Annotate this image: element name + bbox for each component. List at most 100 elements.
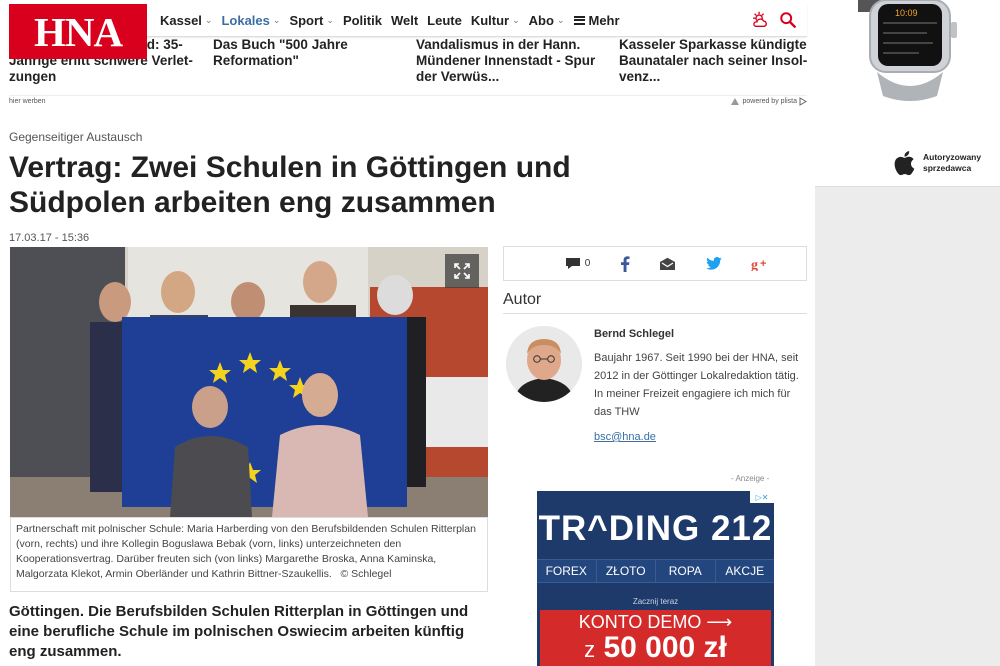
fullscreen-icon [454, 263, 470, 279]
email-icon [660, 257, 676, 270]
nav-item-leute[interactable]: Leute [427, 13, 462, 28]
headline-line: Vertrag: Zwei Schulen in Göttingen und [9, 151, 571, 184]
article-kicker: Gegenseitiger Austausch [9, 130, 143, 144]
advertise-here-link[interactable]: hier werben [9, 98, 46, 105]
nav-item-label: Kultur [470, 12, 510, 28]
trading212-ad[interactable]: ▷✕ TR^DING 212 FOREX ZŁOTO ROPA AKCJE Za… [537, 491, 774, 666]
apple-logo-icon [894, 151, 915, 176]
article-headline: Vertrag: Zwei Schulen in Göttingen und S… [9, 150, 609, 220]
chevron-down-icon: ⌄ [556, 14, 565, 25]
googleplus-share-button[interactable]: g + [751, 257, 769, 271]
email-share-button[interactable] [659, 257, 676, 271]
ad-brand: TR^DING 212 [538, 509, 773, 548]
chevron-down-icon: ⌄ [512, 14, 520, 25]
facebook-icon [620, 255, 630, 272]
nav-item-abo[interactable]: Abo ⌄ [529, 13, 565, 28]
ad-cta-line1: KONTO DEMO ⟶ [578, 612, 733, 632]
authorized-line: Autoryzowany [923, 152, 982, 162]
authorized-reseller-text: Autoryzowany sprzedawca [923, 152, 981, 174]
author-bio: Baujahr 1967. Seit 1990 bei der HNA, sei… [594, 352, 799, 418]
weather-icon[interactable] [751, 11, 769, 29]
nav-item-kassel[interactable]: Kassel ⌄ [160, 13, 212, 28]
nav-item-label: Abo [528, 12, 554, 28]
teaser-item[interactable]: Vandalismus in der Hann. Mündener Innens… [416, 37, 616, 85]
site-logo[interactable]: HNA [9, 4, 147, 59]
ad-markets: FOREX ZŁOTO ROPA AKCJE [537, 559, 774, 583]
teaser-line: Mündener Innenstadt - Spur [416, 53, 596, 68]
expand-image-button[interactable] [445, 254, 479, 288]
apple-watch-image: 10:09 [858, 0, 957, 101]
right-column: 10:09 Autoryzowany sprzedawca [815, 0, 1000, 666]
author-avatar [506, 326, 582, 402]
author-photo [506, 326, 582, 402]
plista-logo-icon [730, 98, 739, 105]
twitter-share-button[interactable] [705, 257, 722, 270]
facebook-share-button[interactable] [620, 255, 630, 272]
ad-market: ZŁOTO [597, 560, 656, 582]
teaser-line: Vandalismus in der Hann. [416, 37, 581, 52]
chevron-down-icon: ⌄ [272, 14, 281, 25]
photo-illustration [10, 247, 488, 517]
teaser-line: der Verwüs... [416, 69, 500, 84]
author-name[interactable]: Bernd Schlegel [594, 328, 674, 340]
teaser-line: ld: 35- [143, 37, 183, 52]
comment-icon [565, 258, 580, 269]
teaser-line: zungen [9, 69, 57, 84]
article-photo[interactable] [10, 247, 488, 517]
chevron-down-icon: ⌄ [326, 14, 334, 25]
comment-count: 0 [584, 258, 591, 269]
search-icon[interactable] [779, 11, 797, 29]
teaser-line: Baunataler nach seiner Insol- [619, 53, 808, 68]
authorized-reseller-badge: Autoryzowany sprzedawca [893, 150, 981, 176]
plista-label: powered by plista [742, 98, 797, 105]
apple-watch-ad[interactable]: 10:09 Autoryzowany sprzedawca [815, 0, 1000, 187]
nav-item-mehr[interactable]: Mehr [573, 12, 620, 28]
photo-credit: © Schlegel [340, 568, 392, 580]
nav-items: Kassel ⌄ Lokales ⌄ Sport ⌄ Politik Welt Leu… [147, 13, 629, 28]
chevron-down-icon: ⌄ [204, 14, 213, 25]
comments-button[interactable]: 0 [565, 257, 591, 270]
ad-subtext: Zacznij teraz [632, 597, 679, 606]
nav-item-label: Kassel [160, 12, 202, 28]
author-heading: Autor [503, 291, 542, 308]
ad-cta-line2: z 50 000 zł [540, 633, 771, 665]
teaser-line: Kasseler Sparkasse kündigte [619, 37, 807, 52]
main-column: HNA Kassel ⌄ Lokales ⌄ Sport ⌄ Politik Welt [0, 0, 815, 666]
google-plus-icon: g + [751, 258, 766, 271]
nav-item-label: Welt [390, 12, 419, 28]
nav-item-label: Lokales [221, 12, 270, 28]
ad-cta-button[interactable]: KONTO DEMO ⟶ z 50 000 zł [540, 610, 771, 666]
article-date: 17.03.17 - 15:36 [9, 232, 90, 244]
adchoices-icon[interactable]: ▷✕ [750, 491, 774, 503]
nav-item-label: Mehr [588, 12, 620, 28]
svg-text:g: g [751, 258, 758, 271]
page: HNA Kassel ⌄ Lokales ⌄ Sport ⌄ Politik Welt [0, 0, 1000, 666]
article-lead: Göttingen. Die Berufsbilden Schulen Ritt… [9, 603, 469, 660]
teaser-line: venz... [619, 69, 661, 84]
twitter-icon [705, 257, 722, 270]
nav-item-lokales[interactable]: Lokales ⌄ [221, 13, 280, 28]
teaser-line: Das Buch "500 Jahre [213, 37, 348, 52]
authorized-line: sprzedawca [923, 163, 972, 173]
ad-market: AKCJE [725, 564, 765, 578]
teaser-item[interactable]: Kasseler Sparkasse kündigte Baunataler n… [619, 37, 819, 85]
teaser-item[interactable]: Das Buch "500 Jahre Reformation" [213, 37, 403, 69]
nav-item-sport[interactable]: Sport ⌄ [289, 13, 334, 28]
ad-market: FOREX [537, 560, 597, 582]
nav-item-politik[interactable]: Politik [343, 13, 382, 28]
ad-label: - Anzeige - [731, 474, 770, 483]
hamburger-menu-icon [573, 15, 585, 25]
nav-item-label: Leute [427, 12, 462, 28]
caption-text: Partnerschaft mit polnischer Schule: Mar… [16, 523, 476, 580]
photo-caption: Partnerschaft mit polnischer Schule: Mar… [10, 517, 488, 592]
nav-item-kultur[interactable]: Kultur ⌄ [471, 13, 520, 28]
ad-market: ROPA [656, 560, 716, 582]
ad-attribution-row: hier werben powered by plista [9, 95, 807, 107]
ad-cta-amount: 50 000 zł [603, 631, 727, 664]
nav-item-welt[interactable]: Welt [391, 13, 418, 28]
author-email-link[interactable]: bsc@hna.de [594, 431, 656, 443]
nav-item-label: Politik [342, 12, 382, 28]
main-navigation: Kassel ⌄ Lokales ⌄ Sport ⌄ Politik Welt Leu… [147, 4, 807, 37]
plista-attribution[interactable]: powered by plista [730, 97, 807, 106]
svg-text:+: + [760, 258, 766, 270]
